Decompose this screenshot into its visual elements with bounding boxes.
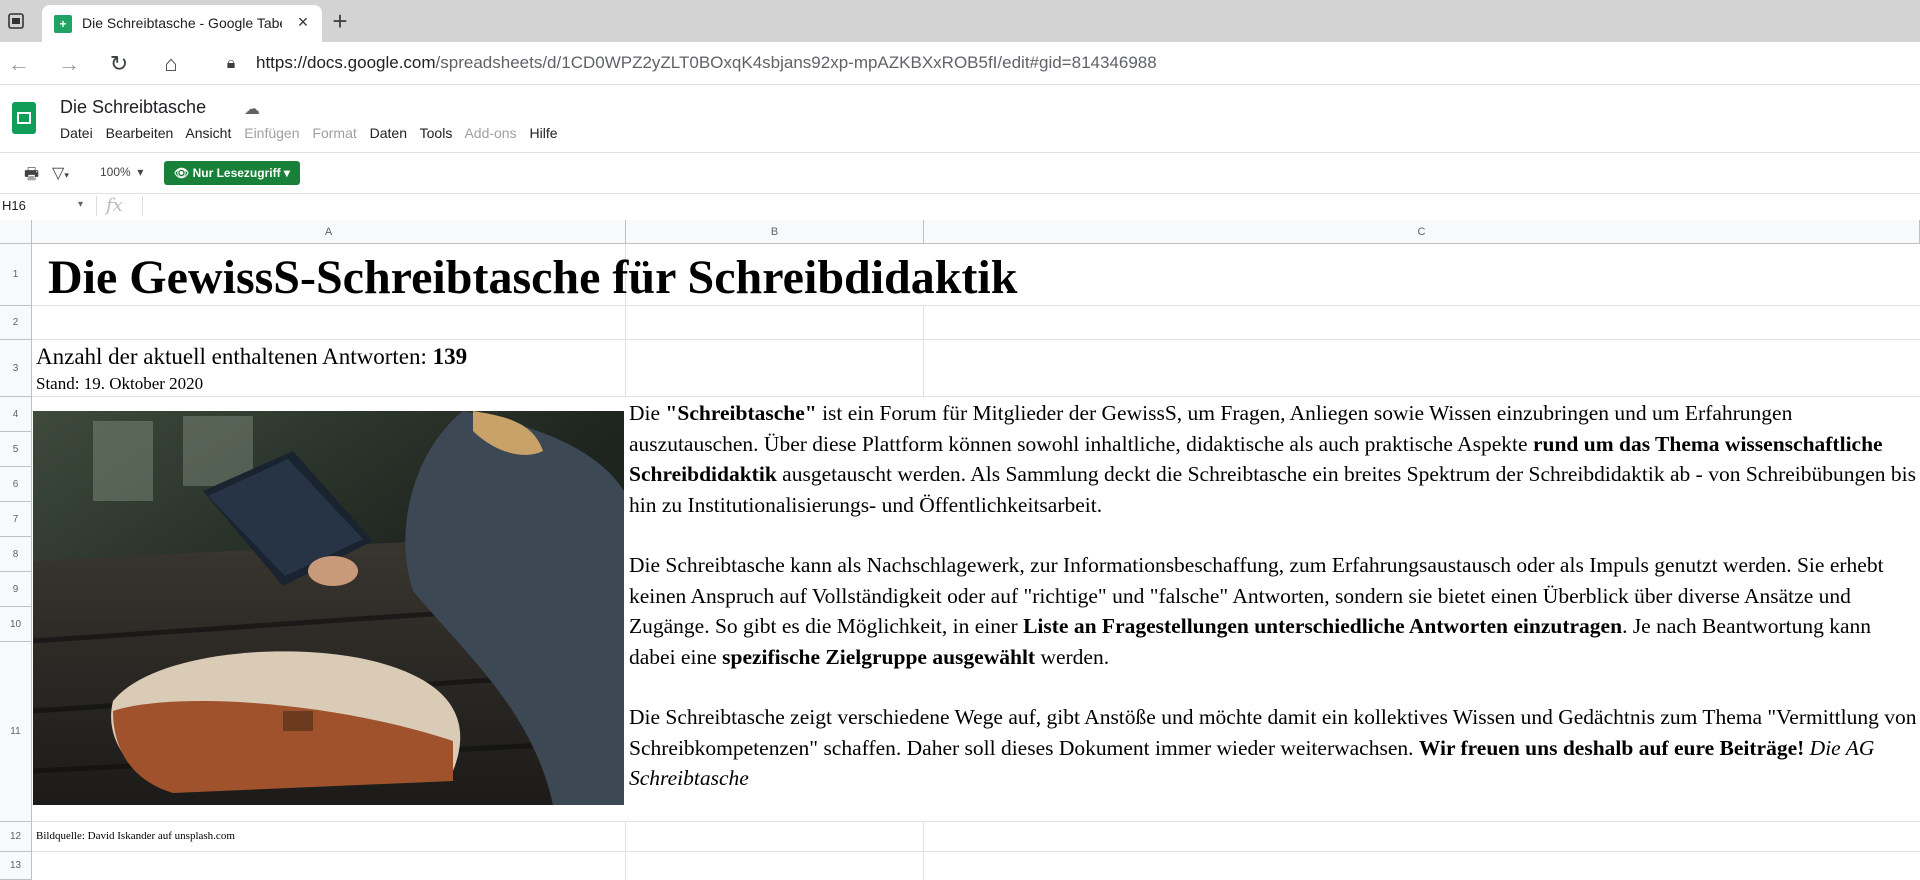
menu-datei[interactable]: Datei: [60, 125, 93, 141]
select-all-corner[interactable]: [0, 220, 32, 244]
row-header-6[interactable]: 6: [0, 467, 32, 502]
reload-icon[interactable]: ↻: [106, 51, 132, 77]
name-box[interactable]: H16: [2, 198, 26, 213]
menu-ansicht[interactable]: Ansicht: [185, 125, 231, 141]
browser-tab-strip: + Die Schreibtasche - Google Tabe × +: [0, 0, 1920, 42]
toolbar: 🖶︎ ▽▾ 100% ▾ 👁︎ Nur Lesezugriff ▾: [0, 152, 1920, 194]
answer-count-cell[interactable]: Anzahl der aktuell enthaltenen Antworten…: [36, 344, 467, 370]
text-run: Die: [629, 401, 666, 425]
address-bar-row: ← → ↻ ⌂ 🔒︎ https://docs.google.com/sprea…: [0, 42, 1920, 85]
menu-hilfe[interactable]: Hilfe: [530, 125, 558, 141]
row-header-2[interactable]: 2: [0, 306, 32, 340]
row-header-7[interactable]: 7: [0, 502, 32, 537]
text-run: werden.: [1035, 644, 1110, 669]
zoom-value: 100%: [100, 165, 131, 179]
row-line: [32, 396, 1920, 397]
row-header-8[interactable]: 8: [0, 537, 32, 572]
filter-icon[interactable]: ▽▾: [52, 163, 69, 183]
row-header-1[interactable]: 1: [0, 244, 32, 306]
url-path: /spreadsheets/d/1CD0WPZ2yZLT0BOxqK4sbjan…: [435, 53, 1157, 72]
answer-count-value: 139: [432, 344, 468, 369]
column-line: [923, 306, 924, 397]
row-header-4[interactable]: 4: [0, 397, 32, 432]
eye-icon: 👁︎: [174, 166, 190, 180]
lock-icon[interactable]: 🔒︎: [218, 51, 244, 77]
text-run: ausgetauscht werden. Als Sammlung deckt …: [629, 462, 1917, 517]
new-tab-button[interactable]: +: [326, 8, 354, 36]
row-header-3[interactable]: 3: [0, 340, 32, 397]
row-line: [32, 305, 1920, 306]
read-only-label: Nur Lesezugriff: [192, 166, 281, 180]
column-line: [923, 821, 924, 880]
menu-bar: Datei Bearbeiten Ansicht Einfügen Format…: [60, 125, 567, 141]
menu-addons[interactable]: Add-ons: [464, 125, 516, 141]
fx-icon: fx: [106, 195, 123, 216]
description-paragraph-1: Die "Schreibtasche" ist ein Forum für Mi…: [629, 398, 1919, 520]
url-field[interactable]: https://docs.google.com/spreadsheets/d/1…: [256, 53, 1157, 73]
tab-title: Die Schreibtasche - Google Tabe: [82, 15, 282, 31]
row-line: [32, 821, 1920, 822]
menu-format[interactable]: Format: [312, 125, 356, 141]
formula-divider-2: [142, 196, 143, 216]
text-run-bold: "Schreibtasche": [665, 401, 817, 425]
row-header-5[interactable]: 5: [0, 432, 32, 467]
date-cell[interactable]: Stand: 19. Oktober 2020: [36, 374, 203, 394]
name-box-dropdown-icon[interactable]: ▾: [78, 199, 83, 210]
menu-einfuegen[interactable]: Einfügen: [244, 125, 299, 141]
back-arrow-icon[interactable]: ←: [6, 51, 32, 77]
row-header-10[interactable]: 10: [0, 607, 32, 642]
forward-arrow-icon[interactable]: →: [56, 51, 82, 77]
document-title[interactable]: Die Schreibtasche: [60, 97, 206, 118]
text-run-bold: Wir freuen uns deshalb auf eure Beiträge…: [1418, 735, 1805, 760]
sheets-logo-icon[interactable]: [12, 102, 36, 134]
menu-daten[interactable]: Daten: [370, 125, 407, 141]
formula-bar: H16 ▾ fx: [0, 193, 1920, 221]
row-header-12[interactable]: 12: [0, 822, 32, 852]
browser-tab-active[interactable]: + Die Schreibtasche - Google Tabe ×: [42, 5, 322, 42]
column-line: [625, 821, 626, 880]
read-only-button[interactable]: 👁︎ Nur Lesezugriff ▾: [164, 161, 300, 185]
home-icon[interactable]: ⌂: [158, 51, 184, 77]
description-paragraph-2: Die Schreibtasche kann als Nachschlagewe…: [629, 550, 1919, 672]
tab-close-icon[interactable]: ×: [292, 11, 314, 33]
sheets-favicon-icon: +: [54, 15, 72, 33]
image-credit[interactable]: Bildquelle: David Iskander auf unsplash.…: [36, 830, 235, 842]
hero-photo[interactable]: [33, 411, 624, 805]
row-header-11[interactable]: 11: [0, 642, 32, 822]
row-header-13[interactable]: 13: [0, 852, 32, 880]
formula-divider: [96, 196, 97, 216]
description-text[interactable]: Die "Schreibtasche" ist ein Forum für Mi…: [629, 398, 1919, 794]
column-header-c[interactable]: C: [924, 220, 1920, 244]
print-icon[interactable]: 🖶︎: [24, 163, 39, 190]
text-run-bold: spezifische Zielgruppe ausgewählt: [722, 644, 1036, 669]
answer-count-label: Anzahl der aktuell enthaltenen Antworten…: [36, 344, 433, 369]
menu-tools[interactable]: Tools: [420, 125, 453, 141]
row-line: [32, 339, 1920, 340]
column-header-a[interactable]: A: [32, 220, 626, 244]
photo-illustration: [33, 411, 624, 805]
column-header-b[interactable]: B: [626, 220, 924, 244]
menu-bearbeiten[interactable]: Bearbeiten: [106, 125, 174, 141]
zoom-select[interactable]: 100% ▾: [100, 165, 143, 179]
description-paragraph-3: Die Schreibtasche zeigt verschiedene Weg…: [629, 702, 1919, 794]
row-header-9[interactable]: 9: [0, 572, 32, 607]
url-host: https://docs.google.com: [256, 53, 436, 72]
tab-search-icon[interactable]: [6, 11, 26, 31]
cloud-status-icon[interactable]: ☁︎: [244, 99, 260, 119]
text-run-bold: Liste an Fragestellungen unterschiedlich…: [1023, 614, 1623, 638]
sheet-title[interactable]: Die GewissS-Schreibtasche für Schreibdid…: [48, 250, 1017, 305]
row-line: [32, 851, 1920, 852]
